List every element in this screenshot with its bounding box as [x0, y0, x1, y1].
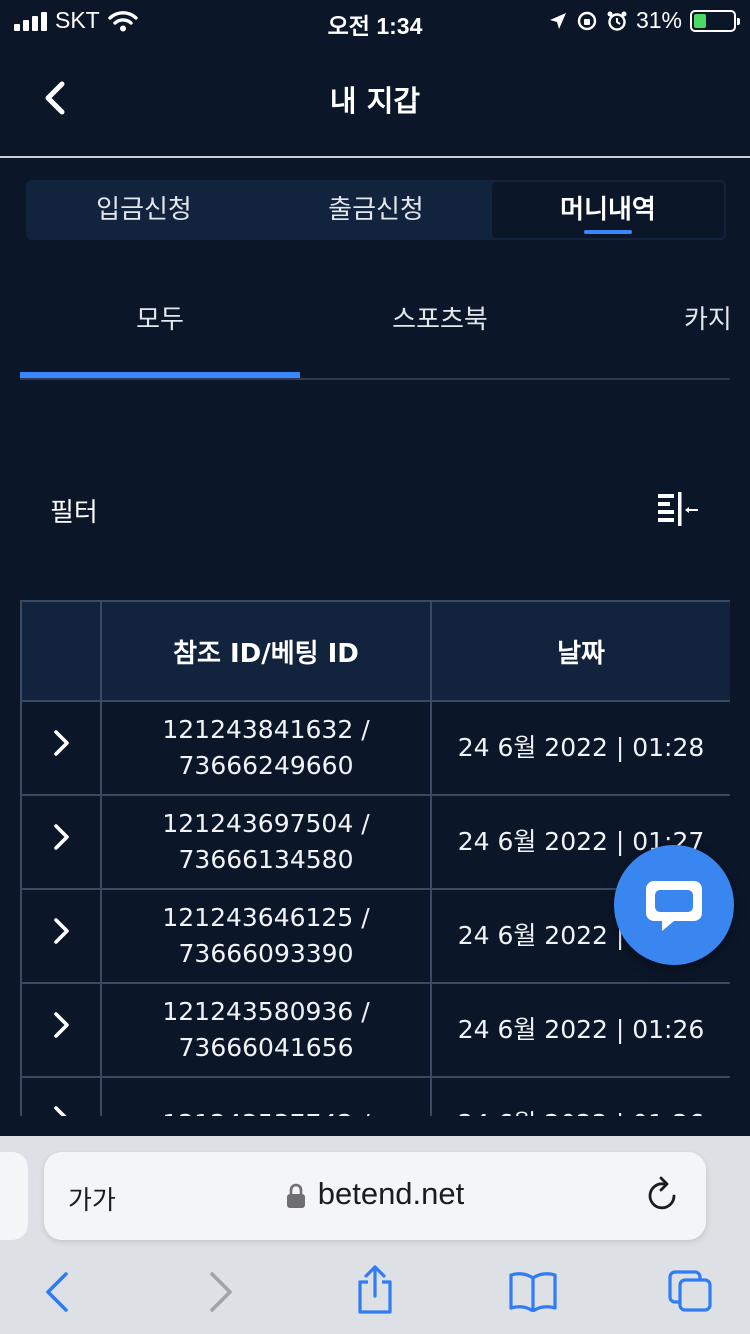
tab-money-history[interactable]: 머니내역	[492, 182, 724, 238]
date-cell: 24 6월 2022 | 01:28	[430, 700, 730, 796]
back-icon[interactable]	[40, 1270, 76, 1314]
orientation-lock-icon	[577, 11, 597, 30]
reference-cell: 121243646125 / 73666093390	[100, 888, 432, 984]
chevron-right-icon	[54, 730, 69, 756]
subtab-all[interactable]: 모두	[20, 280, 300, 378]
row-expand-button[interactable]	[20, 888, 102, 984]
browser-chrome: 가가 betend.net	[0, 1136, 750, 1334]
alarm-icon	[607, 11, 627, 31]
tabs-icon[interactable]	[666, 1268, 714, 1314]
reference-cell: 121243580936 / 73666041656	[100, 982, 432, 1078]
column-header-reference[interactable]: 참조 ID/베팅 ID	[100, 600, 432, 702]
previous-tab-peek[interactable]	[0, 1152, 28, 1240]
reference-id: 121243537742 /	[102, 1106, 430, 1116]
tab-deposit-request[interactable]: 입금신청	[28, 182, 260, 238]
chevron-right-icon	[54, 1012, 69, 1038]
date-cell: 24 6월 2022 | 01:26	[430, 1076, 730, 1116]
history-table: 참조 ID/베팅 ID 날짜 121243841632 / 73666249660…	[20, 600, 730, 1116]
wallet-tabs: 입금신청 출금신청 머니내역	[26, 180, 726, 240]
row-expand-button[interactable]	[20, 1076, 102, 1116]
table-header-row: 참조 ID/베팅 ID 날짜	[20, 600, 730, 702]
page-title: 내 지갑	[329, 84, 421, 118]
bet-id: 73666134580	[178, 845, 354, 874]
reference-id: 121243697504 /	[162, 809, 370, 838]
url-display[interactable]: betend.net	[44, 1176, 706, 1212]
chevron-right-icon	[54, 824, 69, 850]
battery-percent: 31%	[635, 7, 682, 33]
chevron-right-icon	[54, 918, 69, 944]
address-bar[interactable]: 가가 betend.net	[44, 1152, 706, 1240]
reload-icon[interactable]	[646, 1176, 680, 1214]
location-arrow-icon	[549, 12, 566, 29]
row-expand-button[interactable]	[20, 700, 102, 796]
chat-bubble-icon	[646, 881, 702, 931]
bookmarks-icon[interactable]	[508, 1270, 558, 1312]
date-cell: 24 6월 2022 | 01:26	[430, 982, 730, 1078]
reference-id: 121243580936 /	[162, 997, 370, 1026]
table-row[interactable]: 121243841632 / 73666249660 24 6월 2022 | 01…	[20, 700, 730, 796]
tab-withdraw-request[interactable]: 출금신청	[260, 182, 492, 238]
reference-cell: 121243537742 /	[100, 1076, 432, 1116]
subtab-casino[interactable]: 카지	[580, 280, 730, 378]
app-header: 내 지갑	[0, 40, 750, 158]
category-tabs: 모두 스포츠북 카지	[20, 280, 730, 380]
bet-id: 73666041656	[178, 1033, 354, 1062]
chevron-right-icon	[54, 1106, 67, 1116]
reference-cell: 121243841632 / 73666249660	[100, 700, 432, 796]
forward-icon[interactable]	[202, 1270, 238, 1314]
reference-id: 121243841632 /	[162, 715, 370, 744]
url-text: betend.net	[317, 1176, 465, 1211]
subtab-sportsbook[interactable]: 스포츠북	[300, 280, 580, 378]
chat-button[interactable]	[614, 845, 734, 965]
filter-collapse-icon[interactable]	[654, 490, 702, 530]
share-icon[interactable]	[354, 1264, 396, 1316]
table-row[interactable]: 121243580936 / 73666041656 24 6월 2022 | 01…	[20, 982, 730, 1078]
table-row[interactable]: 121243537742 /24 6월 2022 | 01:26	[20, 1076, 730, 1116]
status-right: 31%	[548, 7, 740, 34]
row-expand-button[interactable]	[20, 794, 102, 890]
bet-id: 73666093390	[178, 939, 354, 968]
bet-id: 73666249660	[178, 751, 354, 780]
column-header-date[interactable]: 날짜	[430, 600, 730, 702]
reference-cell: 121243697504 / 73666134580	[100, 794, 432, 890]
battery-icon	[690, 9, 740, 32]
status-bar: SKT 오전 1:34 31%	[0, 0, 750, 40]
filter-label[interactable]: 필터	[50, 492, 98, 529]
lock-icon	[286, 1183, 305, 1208]
row-expand-button[interactable]	[20, 982, 102, 1078]
column-header-expand	[20, 600, 102, 702]
reference-id: 121243646125 /	[162, 903, 370, 932]
